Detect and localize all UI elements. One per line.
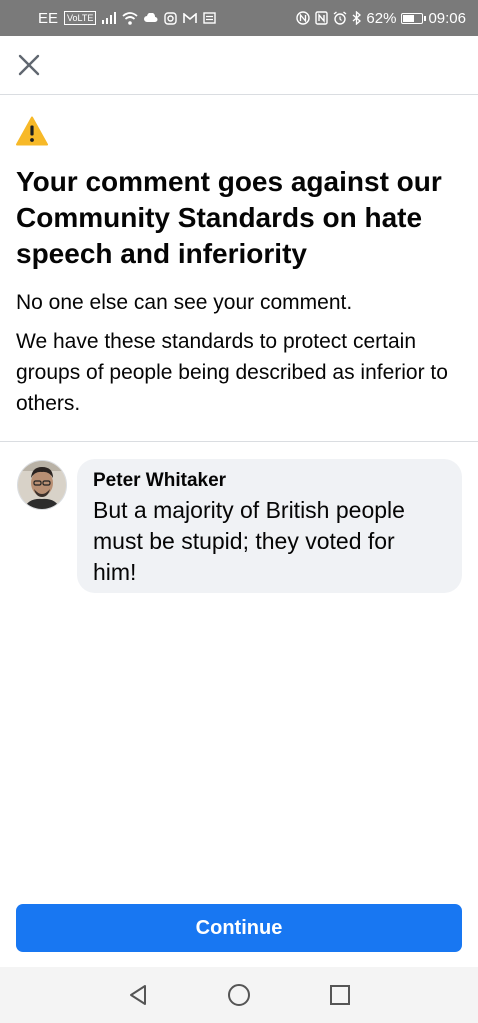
back-icon[interactable] [125, 981, 153, 1009]
cloud-icon [144, 13, 158, 22]
bluetooth-icon [352, 11, 362, 25]
divider [0, 441, 478, 442]
notice-visibility-text: No one else can see your comment. [16, 291, 353, 314]
nfc-icon [296, 11, 311, 25]
close-icon [18, 54, 40, 76]
status-bar-left: EE VoLTE [38, 9, 217, 27]
top-bar [0, 36, 478, 95]
status-bar: EE VoLTE 62% 09:06 [0, 0, 478, 36]
close-button[interactable] [12, 48, 46, 82]
recents-icon[interactable] [326, 981, 354, 1009]
clock-time: 09:06 [428, 9, 466, 27]
message-icon [203, 12, 217, 24]
alarm-icon [333, 11, 347, 25]
comment-author: Peter Whitaker [93, 470, 227, 491]
status-bar-right: 62% 09:06 [296, 10, 466, 27]
carrier-label: EE [38, 9, 59, 27]
gmail-icon [183, 12, 198, 23]
wifi-icon [122, 11, 138, 25]
avatar-portrait-icon [18, 461, 66, 509]
home-icon[interactable] [225, 981, 253, 1009]
navigation-bar [0, 967, 478, 1023]
warning-icon [16, 116, 48, 146]
volte-badge: VoLTE [64, 11, 97, 25]
avatar [17, 460, 67, 510]
continue-button[interactable]: Continue [16, 904, 462, 952]
nfc-n-icon [315, 11, 329, 25]
signal-icon [102, 12, 117, 24]
notice-title: Your comment goes against our Community … [16, 166, 442, 269]
notice-explanation-text: We have these standards to protect certa… [16, 330, 448, 415]
battery-percent: 62% [366, 9, 397, 27]
instagram-icon [164, 11, 178, 25]
comment-bubble: Peter Whitaker But a majority of British… [77, 459, 462, 593]
comment-text: But a majority of British people must be… [93, 497, 405, 585]
battery-icon [401, 12, 427, 24]
